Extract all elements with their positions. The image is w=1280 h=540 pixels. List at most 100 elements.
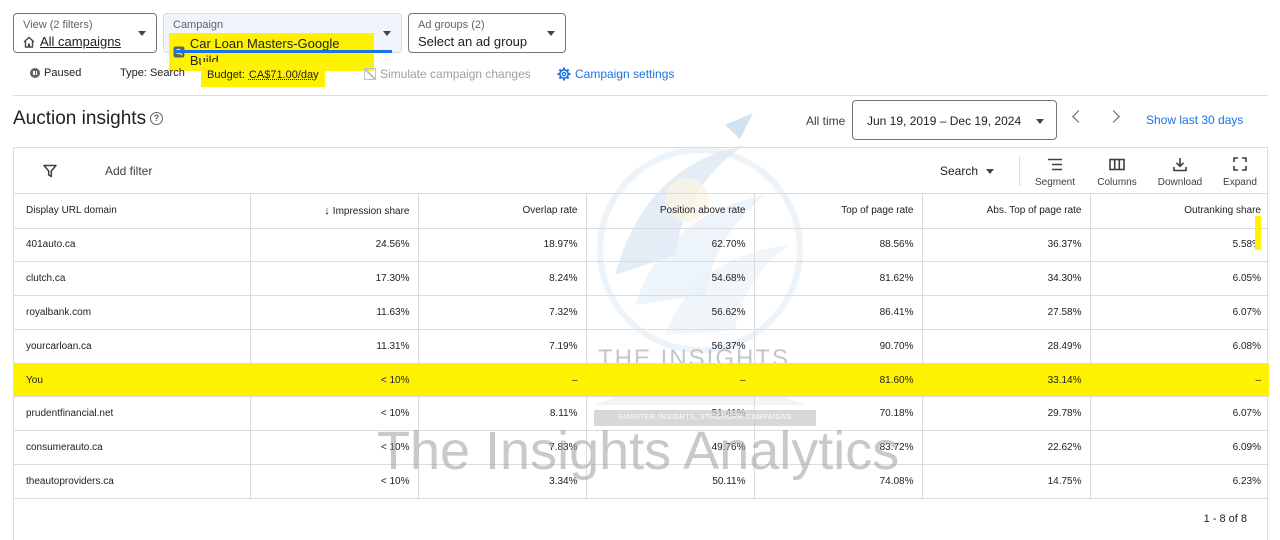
cell-top-of-page-rate: 88.56% bbox=[754, 228, 923, 263]
cell-domain: consumerauto.ca bbox=[14, 430, 251, 466]
column-header-display-url-domain[interactable]: Display URL domain bbox=[14, 194, 251, 229]
campaign-selector[interactable]: Campaign Car Loan Masters-Google Build bbox=[163, 13, 402, 71]
table-row: yourcarloan.ca 11.31% 7.19% 56.37% 90.70% 28.… bbox=[14, 329, 1269, 364]
status-text: Paused bbox=[44, 67, 82, 79]
campaign-settings-link[interactable]: Campaign settings bbox=[557, 67, 674, 81]
cell-position-above-rate: 51.41% bbox=[586, 396, 755, 432]
cell-domain: clutch.ca bbox=[14, 261, 251, 297]
cell-domain: yourcarloan.ca bbox=[14, 329, 251, 364]
download-label: Download bbox=[1157, 177, 1203, 188]
cell-abs-top-of-page-rate: 34.30% bbox=[922, 261, 1091, 297]
cell-position-above-rate: 54.68% bbox=[586, 261, 755, 297]
page-title: Auction insights bbox=[13, 108, 147, 129]
table-row: You < 10% – –81.60% 33.14% – bbox=[14, 363, 1269, 398]
view-selector[interactable]: View (2 filters) All campaigns bbox=[13, 13, 157, 53]
column-header-label: Impression share bbox=[332, 205, 410, 217]
ad-group-selector[interactable]: Ad groups (2) Select an ad group bbox=[408, 13, 566, 53]
chevron-down-icon bbox=[547, 31, 555, 36]
table-header-row: Display URL domain ↓ Impression share Ove… bbox=[14, 194, 1269, 229]
cell-abs-top-of-page-rate: 33.14% bbox=[922, 363, 1091, 398]
expand-button[interactable]: Expand bbox=[1210, 155, 1270, 188]
column-header-impression-share[interactable]: ↓ Impression share bbox=[250, 194, 419, 229]
cell-impression-share: 24.56% bbox=[250, 228, 419, 263]
column-header-overlap-rate[interactable]: Overlap rate bbox=[418, 194, 587, 229]
cell-outranking-share: 5.58% bbox=[1090, 228, 1269, 263]
simulate-campaign-changes-button[interactable]: Simulate campaign changes bbox=[364, 67, 531, 81]
cell-overlap-rate: 3.34% bbox=[418, 464, 587, 499]
column-header-outranking-share[interactable]: Outranking share bbox=[1090, 194, 1269, 229]
cell-top-of-page-rate: 86.41% bbox=[754, 295, 923, 330]
cell-abs-top-of-page-rate: 27.58% bbox=[922, 295, 1091, 330]
download-button[interactable]: Download bbox=[1150, 155, 1210, 188]
cell-impression-share: < 10% bbox=[250, 430, 419, 466]
campaign-type: Type: Search bbox=[120, 67, 185, 79]
cell-overlap-rate: 7.19% bbox=[418, 329, 587, 364]
column-header-label: Outranking share bbox=[1184, 205, 1261, 217]
cell-overlap-rate: 8.24% bbox=[418, 261, 587, 297]
search-scope-dropdown[interactable]: Search bbox=[940, 164, 995, 178]
cell-position-above-rate: 50.11% bbox=[586, 464, 755, 499]
cell-overlap-rate: 7.32% bbox=[418, 295, 587, 330]
next-period-button[interactable] bbox=[1107, 110, 1120, 123]
cell-overlap-rate: 18.97% bbox=[418, 228, 587, 263]
pagination-info: 1 - 8 of 8 bbox=[1203, 513, 1247, 525]
header-divider bbox=[13, 95, 1268, 96]
column-header-position-above-rate[interactable]: Position above rate bbox=[586, 194, 755, 229]
all-time-label: All time bbox=[806, 114, 846, 128]
cell-abs-top-of-page-rate: 36.37% bbox=[922, 228, 1091, 263]
cell-outranking-share: 6.05% bbox=[1090, 261, 1269, 297]
column-header-label: Overlap rate bbox=[522, 205, 578, 217]
ad-group-selector-value: Select an ad group bbox=[418, 34, 528, 49]
column-header-abs-top-of-page-rate[interactable]: Abs. Top of page rate bbox=[922, 194, 1091, 229]
gear-icon bbox=[557, 67, 571, 81]
view-selector-label: View (2 filters) bbox=[23, 19, 93, 31]
segment-button[interactable]: Segment bbox=[1025, 155, 1085, 188]
cell-outranking-share: 6.23% bbox=[1090, 464, 1269, 499]
cell-domain: royalbank.com bbox=[14, 295, 251, 330]
cell-overlap-rate: – bbox=[418, 363, 587, 398]
cell-top-of-page-rate: 81.60% bbox=[754, 363, 923, 398]
column-header-label: Position above rate bbox=[659, 205, 746, 217]
cell-outranking-share: 6.07% bbox=[1090, 396, 1269, 432]
cell-top-of-page-rate: 83.72% bbox=[754, 430, 923, 466]
cell-position-above-rate: 56.62% bbox=[586, 295, 755, 330]
simulate-icon bbox=[364, 68, 376, 80]
sort-descending-icon: ↓ bbox=[324, 204, 330, 217]
columns-button[interactable]: Columns bbox=[1087, 155, 1147, 188]
cell-abs-top-of-page-rate: 29.78% bbox=[922, 396, 1091, 432]
cell-outranking-share: 6.08% bbox=[1090, 329, 1269, 364]
cell-top-of-page-rate: 70.18% bbox=[754, 396, 923, 432]
budget-value: CA$71.00/day bbox=[248, 68, 319, 81]
download-icon bbox=[1173, 157, 1187, 171]
cell-domain: theautoproviders.ca bbox=[14, 464, 251, 499]
date-range-value: Jun 19, 2019 – Dec 19, 2024 bbox=[867, 114, 1022, 128]
auction-insights-page: View (2 filters) All campaigns Campaign … bbox=[0, 0, 1280, 540]
table-row: consumerauto.ca < 10% 7.83% 49.76% 83.72% 22.… bbox=[14, 430, 1269, 466]
budget-badge[interactable]: Budget: CA$71.00/day bbox=[201, 62, 325, 87]
cell-top-of-page-rate: 90.70% bbox=[754, 329, 923, 364]
previous-period-button[interactable] bbox=[1072, 110, 1085, 123]
cell-overlap-rate: 8.11% bbox=[418, 396, 587, 432]
campaign-status-row: Paused Type: Search Budget: CA$71.00/day… bbox=[0, 62, 1280, 87]
show-last-30-days-link[interactable]: Show last 30 days bbox=[1146, 113, 1243, 127]
add-filter-button[interactable]: Add filter bbox=[105, 164, 152, 178]
table-toolbar: Add filter Search Segment Columns Downlo… bbox=[14, 148, 1269, 194]
date-range-picker[interactable]: Jun 19, 2019 – Dec 19, 2024 bbox=[852, 100, 1057, 140]
cell-impression-share: < 10% bbox=[250, 396, 419, 432]
chevron-down-icon bbox=[986, 168, 995, 174]
column-header-top-of-page-rate[interactable]: Top of page rate bbox=[754, 194, 923, 229]
cell-impression-share: 11.63% bbox=[250, 295, 419, 330]
column-header-label: Abs. Top of page rate bbox=[986, 205, 1082, 217]
cell-position-above-rate: 56.37% bbox=[586, 329, 755, 364]
cell-position-above-rate: – bbox=[586, 363, 755, 398]
cell-impression-share: 11.31% bbox=[250, 329, 419, 364]
segment-icon bbox=[1048, 158, 1062, 170]
campaign-selector-label: Campaign bbox=[173, 19, 224, 31]
chevron-down-icon bbox=[1036, 119, 1044, 124]
cell-abs-top-of-page-rate: 14.75% bbox=[922, 464, 1091, 499]
filter-icon[interactable] bbox=[43, 164, 57, 178]
help-icon[interactable]: ? bbox=[150, 112, 163, 125]
table-row: clutch.ca 17.30% 8.24% 54.68% 81.62% 34.30% 6.… bbox=[14, 261, 1269, 297]
cell-domain: You bbox=[14, 363, 251, 398]
chevron-down-icon bbox=[383, 31, 391, 36]
